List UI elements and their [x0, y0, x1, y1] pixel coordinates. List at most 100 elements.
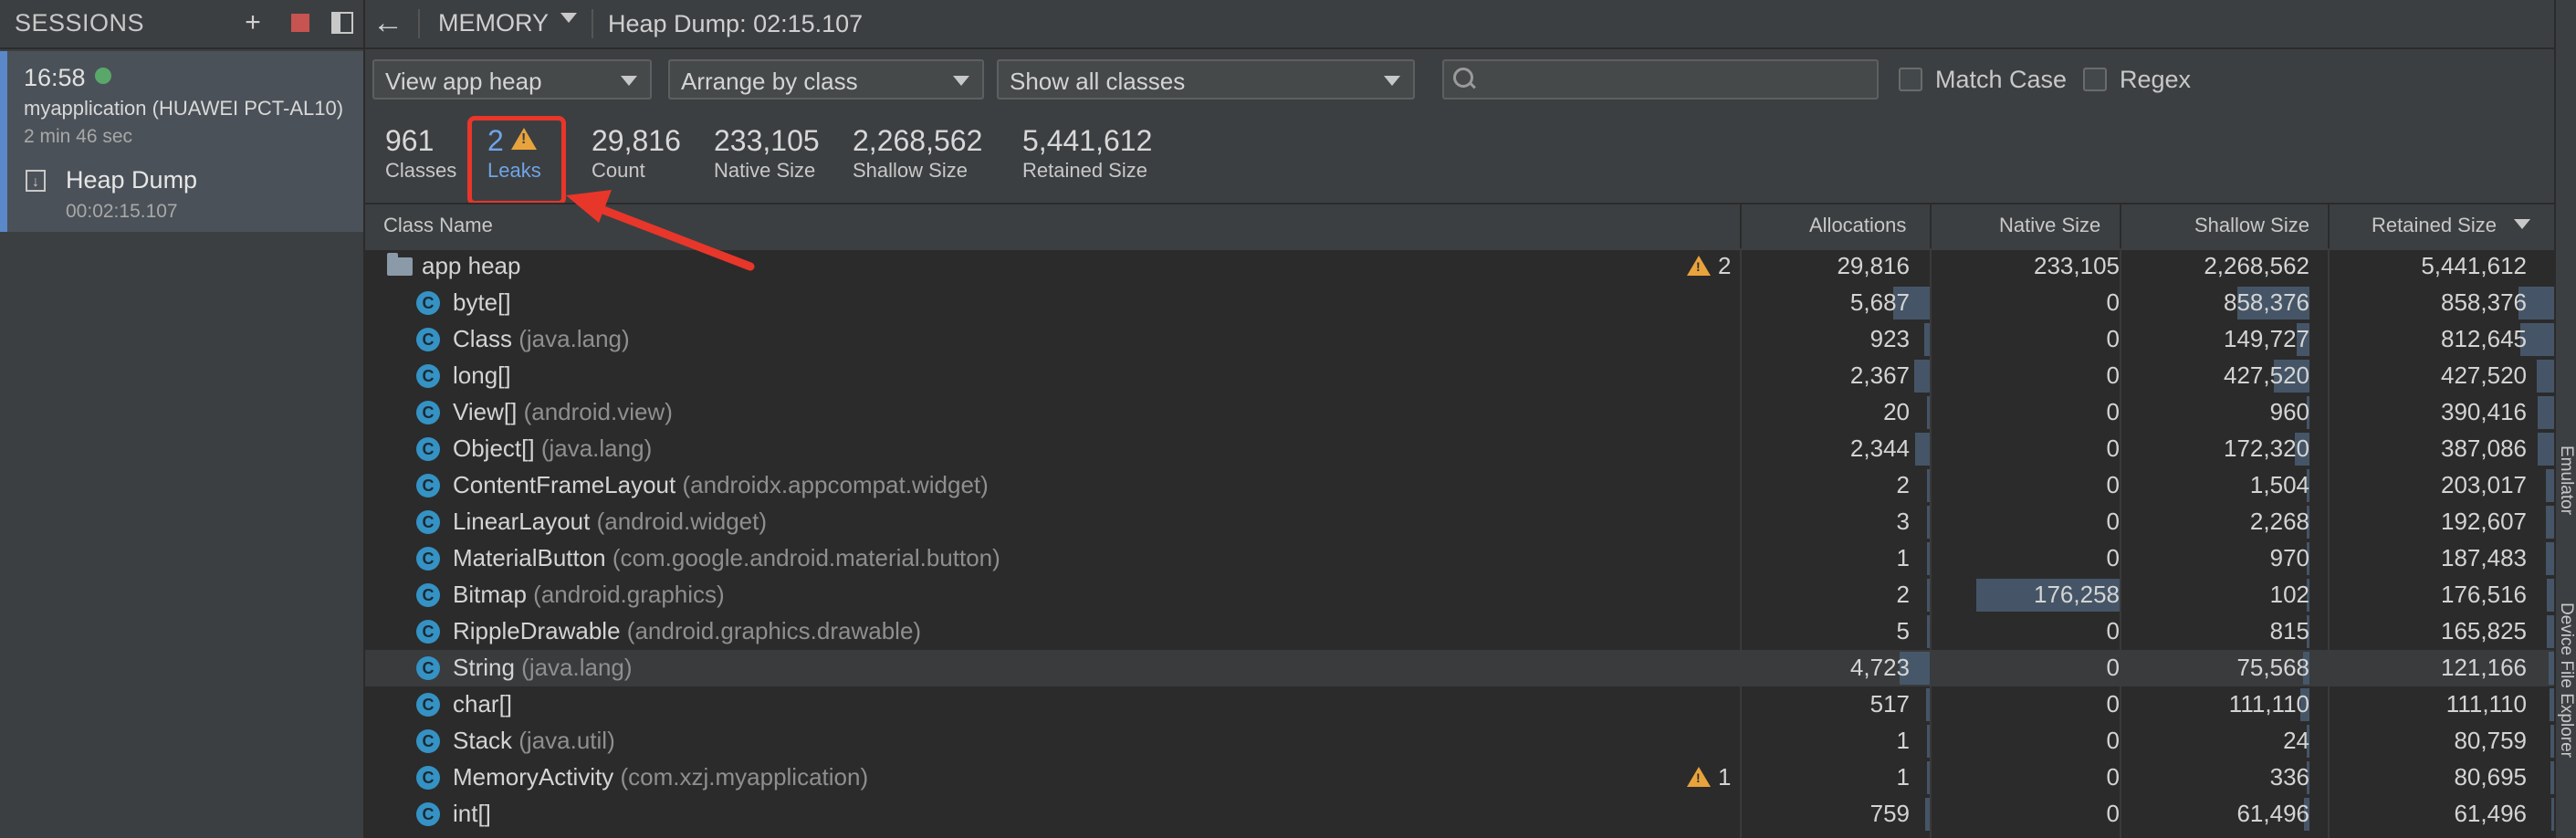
row-retained-size: 80,695	[2454, 763, 2527, 791]
size-bar	[2547, 579, 2554, 612]
row-shallow-size: 24	[2283, 727, 2309, 754]
table-row[interactable]: C String (java.lang) 4,723 0 75,568 121,166	[365, 650, 2554, 686]
row-class-name: String (java.lang)	[453, 654, 633, 682]
leaks-count[interactable]: 2	[487, 124, 504, 158]
table-row[interactable]: Cint[] 759 0 61,496 61,496	[365, 796, 2554, 833]
row-native-size: 0	[2106, 435, 2120, 462]
row-class-name: MemoryActivity (com.xzj.myapplication)	[453, 763, 868, 791]
regex-checkbox[interactable]	[2083, 68, 2107, 91]
row-leak-count: 2	[1718, 252, 1732, 279]
row-shallow-size: 970	[2269, 544, 2309, 571]
table-row[interactable]: C Object[] (java.lang) 2,344 0 172,320 387,08…	[365, 431, 2554, 467]
regex-label[interactable]: Regex	[2120, 66, 2191, 94]
class-package: (android.view)	[523, 398, 673, 425]
class-package: (java.lang)	[521, 654, 633, 681]
toolbar-divider	[592, 9, 593, 38]
row-allocations: 2	[1896, 581, 1910, 608]
search-icon	[1453, 68, 1473, 88]
class-package: (com.google.android.material.button)	[612, 544, 1000, 571]
row-shallow-size: 111,110	[2228, 690, 2309, 718]
row-allocations: 5	[1896, 617, 1910, 644]
class-icon: C	[416, 802, 440, 826]
emulator-tool-tab[interactable]: Emulator	[2556, 445, 2576, 515]
arrange-select-value: Arrange by class	[681, 68, 858, 95]
class-filter-select-value: Show all classes	[1010, 68, 1186, 95]
class-package: (android.widget)	[596, 508, 768, 535]
native-size-total: 233,105	[714, 124, 820, 157]
row-shallow-size: 1,504	[2249, 471, 2309, 498]
class-icon: C	[416, 620, 440, 644]
table-row[interactable]: C LinearLayout (android.widget) 3 0 2,268 192…	[365, 504, 2554, 540]
column-header-shallow-size[interactable]: Shallow Size	[2194, 214, 2309, 237]
row-allocations: 2	[1896, 471, 1910, 498]
sort-descending-icon[interactable]	[2514, 219, 2530, 229]
row-native-size: 176,258	[2034, 581, 2120, 608]
row-class-name: RippleDrawable (android.graphics.drawabl…	[453, 617, 921, 645]
table-row[interactable]: C ContentFrameLayout (androidx.appcompat.…	[365, 467, 2554, 504]
row-shallow-size: 61,496	[2236, 800, 2309, 827]
size-bar	[1925, 798, 1930, 831]
size-bar	[1927, 542, 1930, 575]
total-count: 29,816	[592, 124, 681, 157]
table-row[interactable]: C MemoryActivity (com.xzj.myapplication) 1…	[365, 759, 2554, 796]
chevron-down-icon	[1384, 76, 1400, 86]
collapse-panel-icon[interactable]	[329, 9, 356, 37]
arrange-select[interactable]: Arrange by class	[668, 59, 984, 100]
profiler-selector[interactable]: MEMORY	[438, 9, 549, 37]
row-class-name: app heap	[422, 252, 521, 279]
class-filter-select[interactable]: Show all classes	[997, 59, 1415, 100]
table-row[interactable]: C RippleDrawable (android.graphics.drawab…	[365, 613, 2554, 650]
table-row[interactable]: C MaterialButton (com.google.android.mate…	[365, 540, 2554, 577]
size-bar	[1927, 725, 1930, 758]
folder-icon	[387, 253, 413, 276]
size-bar	[2546, 506, 2554, 539]
table-row[interactable]: Cbyte[] 5,687 0 858,376 858,376	[365, 285, 2554, 321]
back-arrow-icon[interactable]: ←	[372, 5, 403, 41]
column-header-native-size[interactable]: Native Size	[1999, 214, 2100, 237]
row-retained-size: 5,441,612	[2421, 252, 2527, 279]
row-allocations: 517	[1869, 690, 1910, 718]
row-retained-size: 387,086	[2441, 435, 2527, 462]
class-simple-name: int[]	[453, 800, 491, 827]
table-row[interactable]: C Bitmap (android.graphics) 2 176,258 102 176…	[365, 577, 2554, 613]
stop-session-icon[interactable]	[287, 9, 314, 37]
row-native-size: 0	[2106, 325, 2120, 352]
table-row[interactable]: C View[] (android.view) 20 0 960 390,416	[365, 394, 2554, 431]
heap-dump-icon: ↓	[26, 170, 46, 192]
heap-dump-item-label[interactable]: Heap Dump	[66, 166, 197, 194]
chevron-down-icon[interactable]	[560, 13, 577, 23]
class-simple-name: Stack	[453, 727, 513, 754]
table-row[interactable]: C Stack (java.util) 1 0 24 80,759	[365, 723, 2554, 759]
row-native-size: 0	[2106, 288, 2120, 316]
table-row[interactable]: Clong[] 2,367 0 427,520 427,520	[365, 358, 2554, 394]
match-case-checkbox[interactable]	[1899, 68, 1922, 91]
heap-select[interactable]: View app heap	[372, 59, 652, 100]
row-allocations: 1	[1896, 763, 1910, 791]
leaks-label[interactable]: Leaks	[487, 159, 541, 183]
class-package: (java.lang)	[518, 325, 630, 352]
device-file-explorer-tool-tab[interactable]: Device File Explorer	[2556, 602, 2576, 758]
table-row[interactable]: C Class (java.lang) 923 0 149,727 812,645	[365, 321, 2554, 358]
row-class-name: ContentFrameLayout (androidx.appcompat.w…	[453, 471, 989, 499]
class-package: (androidx.appcompat.widget)	[682, 471, 989, 498]
search-input[interactable]	[1497, 62, 1866, 97]
class-simple-name: String	[453, 654, 515, 681]
size-bar	[2546, 542, 2554, 575]
row-retained-size: 427,520	[2441, 361, 2527, 389]
row-allocations: 1	[1896, 544, 1910, 571]
row-retained-size: 192,607	[2441, 508, 2527, 535]
column-header-retained-size[interactable]: Retained Size	[2372, 214, 2497, 237]
class-icon: C	[416, 364, 440, 388]
row-allocations: 3	[1896, 508, 1910, 535]
column-header-class-name[interactable]: Class Name	[383, 214, 493, 237]
class-simple-name: RippleDrawable	[453, 617, 621, 644]
row-retained-size: 203,017	[2441, 471, 2527, 498]
table-row[interactable]: Cchar[] 517 0 111,110 111,110	[365, 686, 2554, 723]
match-case-label[interactable]: Match Case	[1935, 66, 2067, 94]
classes-count: 961	[385, 124, 435, 157]
size-bar	[1926, 688, 1930, 721]
warning-icon	[1687, 767, 1711, 787]
add-session-icon[interactable]: +	[239, 7, 267, 37]
column-header-allocations[interactable]: Allocations	[1809, 214, 1906, 237]
size-bar	[1927, 396, 1930, 429]
